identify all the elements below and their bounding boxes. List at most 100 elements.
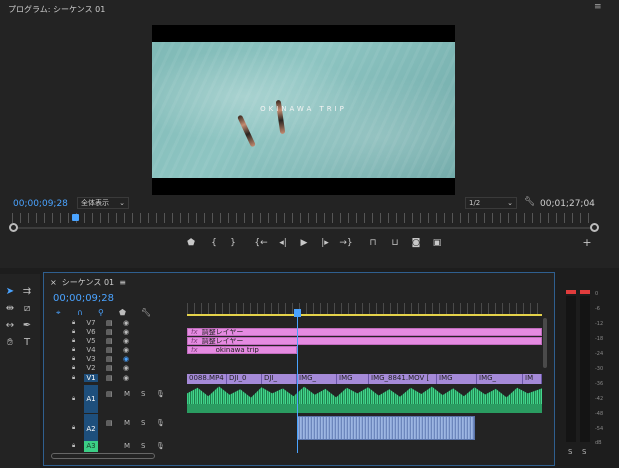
export-frame-icon[interactable]: ◙ [409, 238, 423, 248]
zoom-scrollbar-right-handle[interactable] [590, 223, 599, 232]
monitor-time-ruler[interactable] [12, 213, 596, 223]
selection-tool-icon[interactable]: ➤ [3, 286, 17, 297]
adjustment-layer-clip[interactable]: fx 調整レイヤー [187, 328, 542, 336]
lock-icon[interactable]: 🔒︎ [72, 364, 75, 372]
solo-button[interactable]: S [141, 442, 145, 450]
video-frame[interactable]: OKINAWA TRIP [152, 25, 455, 195]
add-button-icon[interactable]: + [580, 236, 594, 249]
eye-icon[interactable]: ◉ [123, 328, 129, 336]
mute-button[interactable]: M [124, 419, 130, 427]
timeline-timecode[interactable]: 00;00;09;28 [53, 293, 114, 304]
video-clip[interactable]: IMG_ [477, 374, 523, 384]
sync-lock-icon[interactable]: ▤ [106, 390, 113, 398]
sync-lock-icon[interactable]: ▤ [106, 319, 113, 327]
sync-lock-icon[interactable]: ▤ [106, 364, 113, 372]
comparison-view-icon[interactable]: ▣ [430, 238, 444, 248]
lift-icon[interactable]: ⊓ [366, 238, 380, 248]
lock-icon[interactable]: 🔒︎ [72, 395, 75, 403]
track-name[interactable]: V3 [84, 355, 98, 363]
program-monitor-title[interactable]: プログラム: シーケンス 01 [8, 4, 105, 15]
eye-icon[interactable]: ◉ [123, 355, 129, 363]
audio-clip-waveform[interactable] [297, 416, 475, 440]
horizontal-scrollbar[interactable] [51, 453, 155, 459]
track-select-tool-icon[interactable]: ⇉ [20, 286, 34, 297]
hand-tool-icon[interactable]: ✋︎ [3, 337, 17, 348]
adjustment-layer-clip[interactable]: fx 調整レイヤー [187, 337, 542, 345]
lock-icon[interactable]: 🔒︎ [72, 319, 75, 327]
video-clip[interactable]: DJI_0 [227, 374, 262, 384]
microphone-icon[interactable]: 🎙︎ [156, 419, 165, 427]
mute-button[interactable]: M [124, 390, 130, 398]
track-name[interactable]: V1 [84, 374, 98, 382]
video-clip[interactable]: IMG [337, 374, 369, 384]
monitor-playhead[interactable] [72, 214, 79, 221]
vertical-scrollbar[interactable] [543, 318, 547, 368]
track-name[interactable]: V6 [84, 328, 98, 336]
peak-indicator-left[interactable] [566, 290, 576, 294]
sync-lock-icon[interactable]: ▤ [106, 346, 113, 354]
sync-lock-icon[interactable]: ▤ [106, 355, 113, 363]
solo-button[interactable]: S [141, 390, 145, 398]
video-clip[interactable]: DJI_ [262, 374, 297, 384]
video-clip[interactable]: 0088.MP4 [187, 374, 227, 384]
eye-icon[interactable]: ◉ [123, 374, 129, 382]
video-clip[interactable]: IMG [437, 374, 477, 384]
microphone-icon[interactable]: 🎙︎ [156, 390, 165, 398]
razor-tool-icon[interactable]: ⧄ [20, 303, 34, 314]
solo-left-button[interactable]: S [568, 448, 572, 456]
hamburger-icon[interactable]: ≡ [594, 2, 602, 12]
video-clip[interactable]: IMG_8841.MOV [ [369, 374, 437, 384]
close-icon[interactable]: × [50, 278, 57, 287]
slip-tool-icon[interactable]: ↔ [3, 320, 17, 331]
mark-out-icon[interactable]: } [226, 238, 240, 248]
go-to-out-icon[interactable]: →} [339, 238, 353, 248]
title-clip[interactable]: fx okinawa trip [187, 346, 297, 354]
track-name[interactable]: V5 [84, 337, 98, 345]
ripple-edit-tool-icon[interactable]: ⇹ [3, 303, 17, 314]
play-icon[interactable]: ▶ [297, 238, 311, 248]
mute-button[interactable]: M [124, 442, 130, 450]
extract-icon[interactable]: ⊔ [388, 238, 402, 248]
track-name[interactable]: A1 [84, 385, 98, 413]
lock-icon[interactable]: 🔒︎ [72, 328, 75, 336]
linked-selection-icon[interactable]: ⚲ [98, 308, 104, 317]
type-tool-icon[interactable]: T [20, 337, 34, 348]
track-name[interactable]: V2 [84, 364, 98, 372]
lock-icon[interactable]: 🔒︎ [72, 346, 75, 354]
sync-lock-icon[interactable]: ▤ [106, 328, 113, 336]
nest-icon[interactable]: ⌖ [56, 308, 61, 318]
go-to-in-icon[interactable]: {← [254, 238, 268, 248]
sequence-tab[interactable]: × シーケンス 01 ≡ [50, 277, 126, 288]
track-name[interactable]: V4 [84, 346, 98, 354]
eye-icon[interactable]: ◉ [123, 346, 129, 354]
zoom-fit-select[interactable]: 全体表示 ⌄ [77, 197, 129, 209]
work-area-bar[interactable] [187, 314, 542, 316]
video-clip[interactable]: IM [523, 374, 542, 384]
eye-icon[interactable]: ◉ [123, 364, 129, 372]
lock-icon[interactable]: 🔒︎ [72, 374, 75, 382]
marker-icon[interactable]: ⬟ [184, 238, 198, 248]
sync-lock-icon[interactable]: ▤ [106, 419, 113, 427]
add-marker-icon[interactable]: ⬟ [119, 308, 126, 317]
track-name[interactable]: V7 [84, 319, 98, 327]
eye-icon[interactable]: ◉ [123, 319, 129, 327]
audio-clip-waveform[interactable] [187, 404, 542, 413]
snap-icon[interactable]: ∩ [77, 308, 83, 317]
solo-button[interactable]: S [141, 419, 145, 427]
zoom-scrollbar[interactable] [12, 227, 596, 229]
sync-lock-icon[interactable]: ▤ [106, 374, 113, 382]
lock-icon[interactable]: 🔒︎ [72, 337, 75, 345]
step-back-icon[interactable]: ◂| [276, 238, 290, 248]
playhead-timecode[interactable]: 00;00;09;28 [13, 199, 68, 209]
lock-icon[interactable]: 🔒︎ [72, 424, 75, 432]
solo-right-button[interactable]: S [582, 448, 586, 456]
lock-icon[interactable]: 🔒︎ [72, 442, 75, 450]
mark-in-icon[interactable]: { [207, 238, 221, 248]
panel-menu-icon[interactable]: ≡ [119, 278, 126, 287]
video-clip[interactable]: IMG_ [297, 374, 337, 384]
zoom-scrollbar-left-handle[interactable] [9, 223, 18, 232]
wrench-icon[interactable]: 🔧︎ [524, 197, 535, 207]
playback-resolution-select[interactable]: 1/2 ⌄ [465, 197, 517, 209]
step-forward-icon[interactable]: |▸ [318, 238, 332, 248]
timeline-settings-icon[interactable]: 🔧︎ [141, 308, 151, 317]
